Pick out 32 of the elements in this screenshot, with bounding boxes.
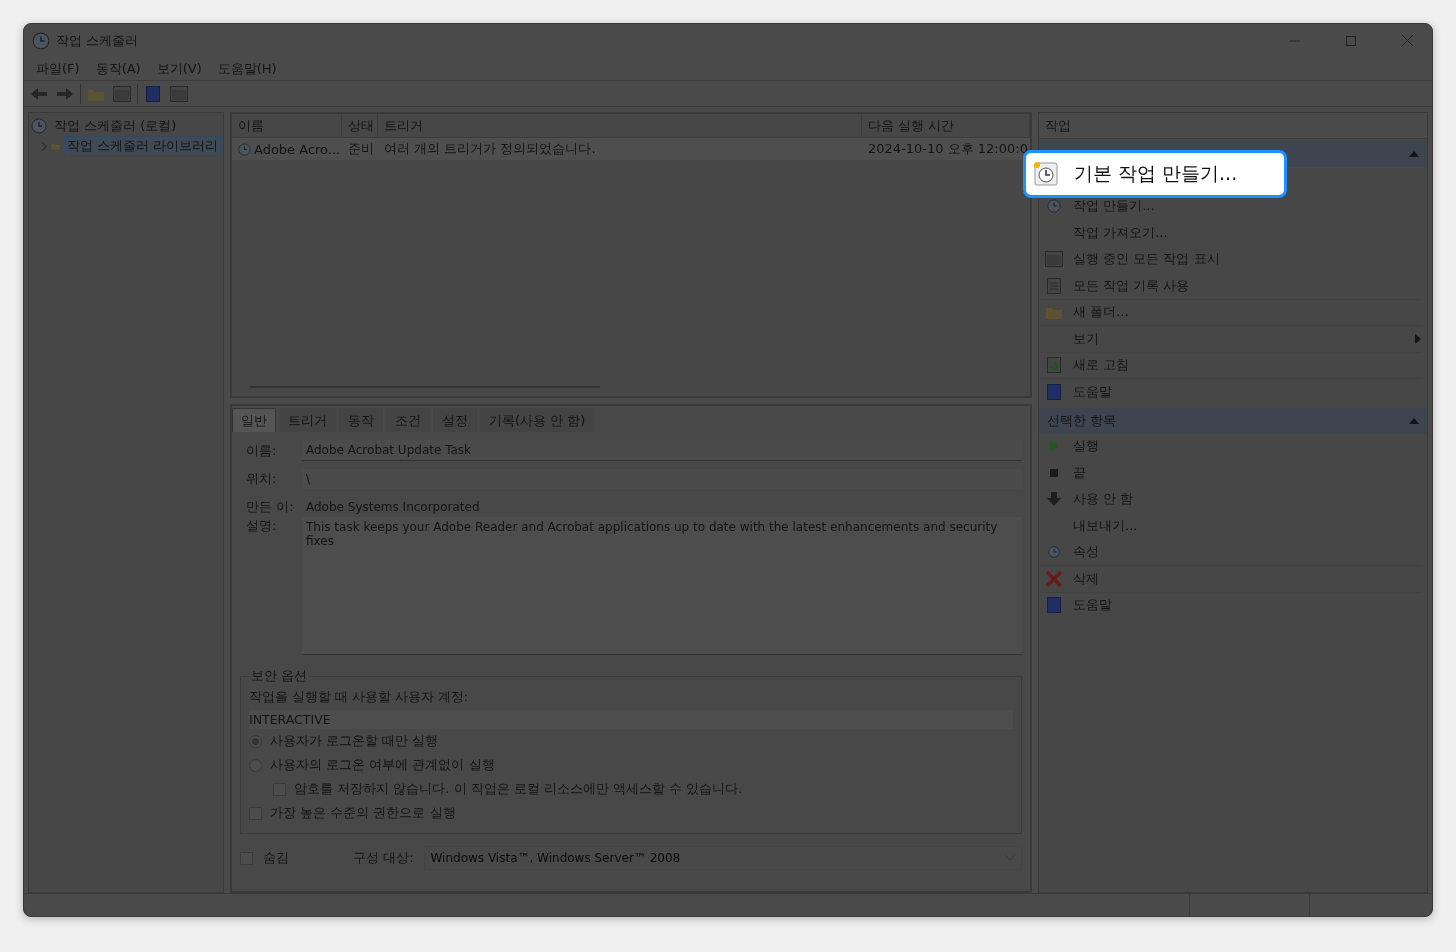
clock-icon	[1047, 199, 1061, 214]
calendar-icon	[1045, 251, 1063, 268]
table-cell: Adobe Acro...	[254, 141, 341, 157]
maximize-icon	[1346, 35, 1356, 46]
clock-icon	[1048, 546, 1060, 559]
close-icon	[1401, 35, 1413, 46]
section-header[interactable]: 선택한 항목	[1039, 407, 1427, 434]
account-value: INTERACTIVE	[249, 710, 1013, 729]
left-arrow-icon	[30, 86, 48, 101]
highlight-tooltip[interactable]: 기본 작업 만들기...	[1023, 150, 1287, 198]
panel-icon	[170, 85, 188, 102]
collapse-arrow-icon[interactable]	[1409, 417, 1419, 424]
refresh-icon	[1047, 357, 1061, 374]
table-cell: 여러 개의 트리거가 정의되었습니다.	[384, 140, 596, 158]
clock-icon	[32, 31, 50, 50]
log-icon	[1047, 277, 1061, 294]
tab[interactable]: 일반	[232, 408, 276, 432]
radio-button[interactable]	[249, 734, 262, 748]
close-icon	[1045, 569, 1063, 588]
text-field[interactable]: This task keeps your Adobe Reader and Acrobat applications up to date with the latest enhancements and security fixes	[302, 517, 1022, 655]
tree-item[interactable]: 작업 스케줄러 라이브러리	[63, 136, 221, 156]
clock-icon	[31, 118, 47, 134]
collapse-arrow-icon[interactable]	[1409, 151, 1419, 157]
section-title: 선택한 항목	[1047, 411, 1117, 430]
calendar-clock-icon	[1032, 160, 1060, 188]
play-icon	[1049, 440, 1059, 453]
table-cell: 준비	[348, 140, 374, 158]
panel-icon	[113, 85, 131, 102]
stop-icon	[1050, 468, 1058, 477]
right-arrow-icon	[56, 86, 74, 101]
clock-icon	[238, 142, 251, 156]
down-arrow-icon	[1047, 492, 1061, 507]
